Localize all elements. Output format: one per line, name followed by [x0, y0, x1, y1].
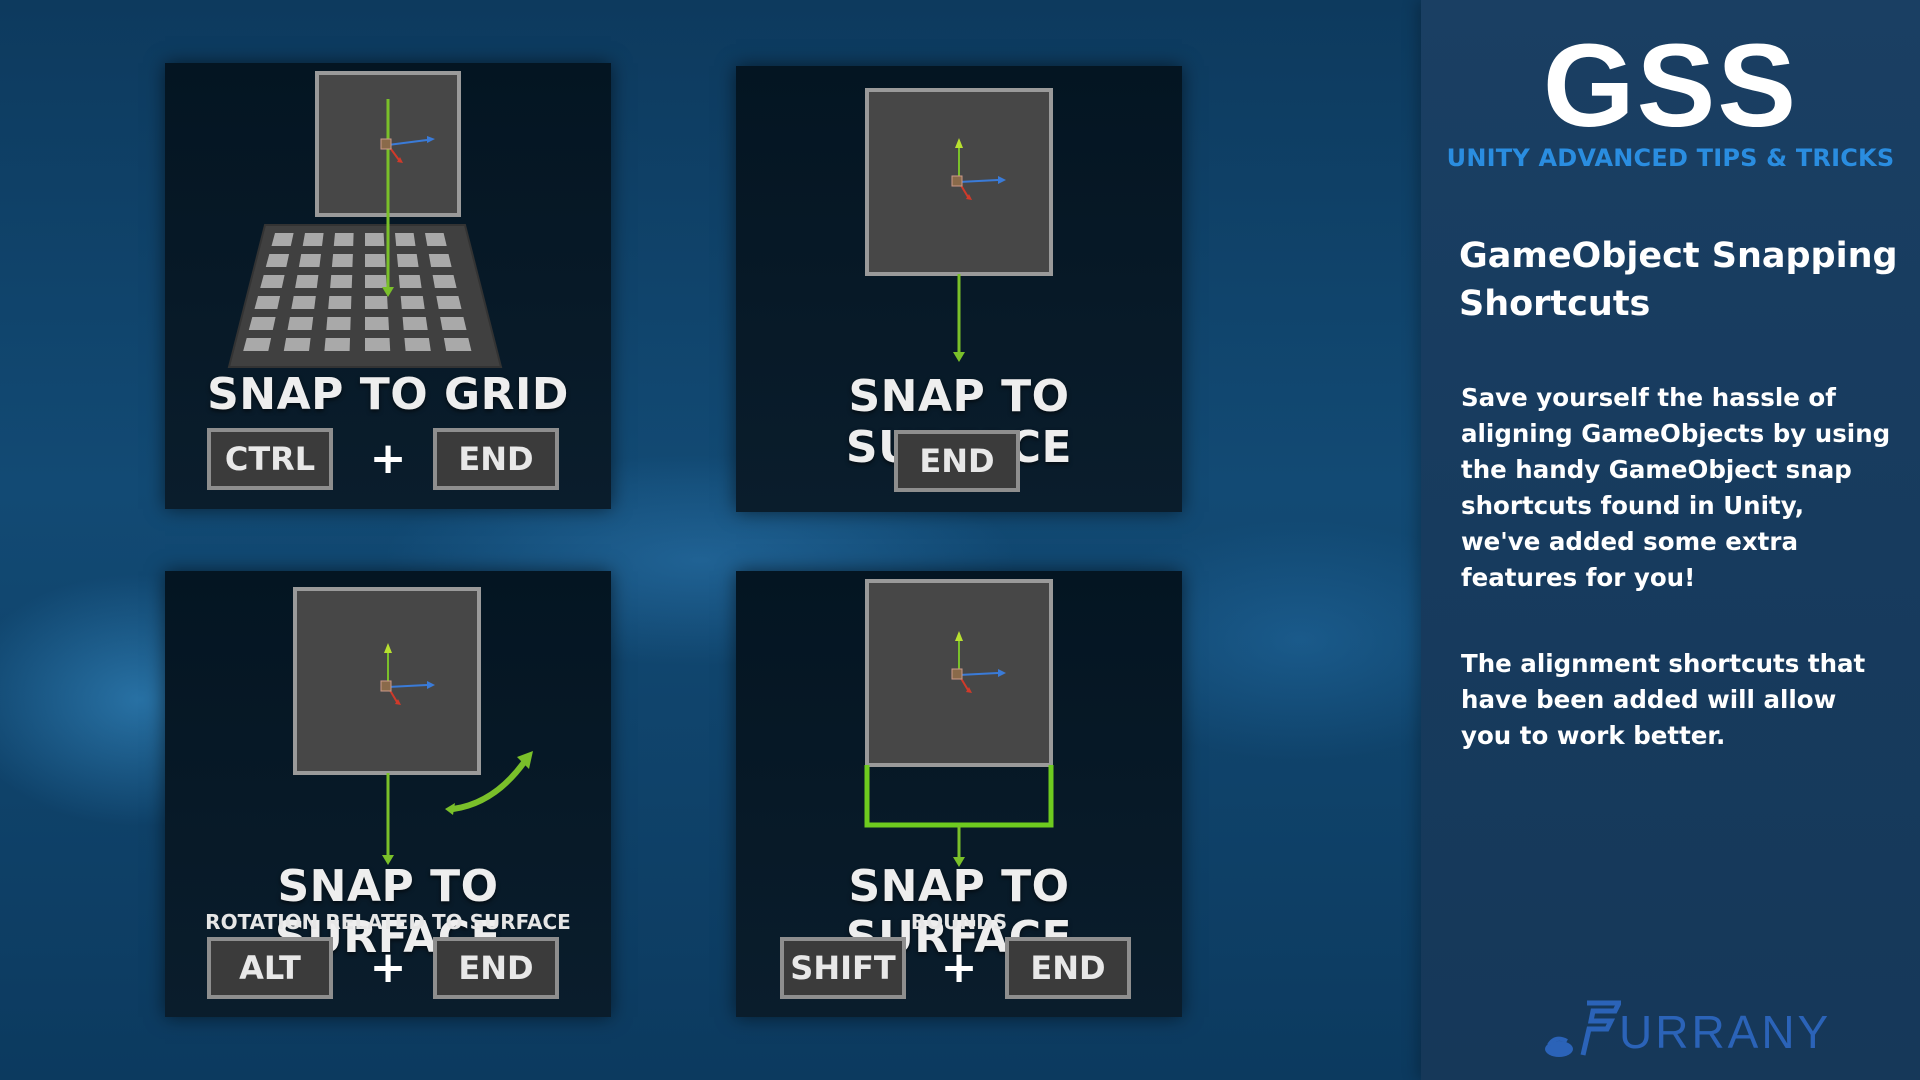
grid-cell — [365, 296, 388, 309]
card-snap-to-surface-bounds: SNAP TO SURFACE BOUNDS SHIFT + END — [736, 571, 1182, 1017]
description-paragraph-2: The alignment shortcuts that have been a… — [1461, 649, 1866, 750]
grid-cell — [243, 338, 272, 351]
grid-cell — [330, 275, 353, 288]
gss-logo: GSS — [1542, 20, 1799, 152]
grid-cell — [287, 317, 314, 330]
heading-line-1: GameObject Snapping — [1459, 236, 1898, 276]
grid-cell — [396, 254, 419, 267]
plus-sign: + — [940, 942, 978, 993]
grid-cell — [254, 296, 281, 309]
bounds-box-icon — [864, 765, 1054, 828]
grid-cell — [326, 317, 351, 330]
brand-wordmark: URRANY — [1619, 1006, 1832, 1058]
grid-cell — [324, 338, 350, 351]
info-sidebar: GSS UNITY ADVANCED TIPS & TRICKS GameObj… — [1421, 0, 1920, 1080]
grid-cell — [248, 317, 276, 330]
end-key: END — [894, 430, 1020, 492]
grid-cell — [440, 317, 467, 330]
brand-logo: URRANY — [1541, 995, 1841, 1065]
grid-cell — [265, 254, 290, 267]
grid-cell — [398, 275, 422, 288]
card-snap-to-surface: SNAP TO SURFACE END — [736, 66, 1182, 512]
ctrl-key: CTRL — [207, 428, 333, 490]
card-title: SNAP TO GRID — [207, 369, 569, 420]
grid-plane-icon — [227, 224, 503, 368]
grid-cell — [443, 338, 472, 351]
end-key: END — [433, 428, 559, 490]
brand-mark-icon — [1545, 1000, 1621, 1057]
grid-cell — [365, 275, 387, 288]
plus-sign: + — [369, 942, 407, 993]
grid-cell — [365, 317, 389, 330]
end-key: END — [1005, 937, 1131, 999]
grid-cell — [436, 296, 462, 309]
tagline: UNITY ADVANCED TIPS & TRICKS — [1446, 144, 1895, 172]
grid-cell — [395, 233, 416, 246]
grid-cell — [404, 338, 431, 351]
grid-cell — [271, 233, 294, 246]
grid-cell — [400, 296, 425, 309]
grid-cell — [365, 338, 391, 351]
grid-cell — [291, 296, 316, 309]
alt-key: ALT — [207, 937, 333, 999]
grid-cell — [302, 233, 324, 246]
grid-cell — [333, 233, 354, 246]
grid-cell — [328, 296, 352, 309]
grid-cell — [428, 254, 452, 267]
section-heading: GameObject Snapping Shortcuts — [1459, 232, 1899, 328]
plus-sign: + — [369, 433, 407, 484]
grid-cell — [260, 275, 285, 288]
card-subtitle: BOUNDS — [910, 910, 1008, 934]
grid-cell — [283, 338, 311, 351]
grid-cell — [425, 233, 447, 246]
heading-line-2: Shortcuts — [1459, 284, 1651, 324]
card-snap-to-surface-rotation: SNAP TO SURFACE ROTATION RELATED TO SURF… — [165, 571, 611, 1017]
description-paragraph-1: Save yourself the hassle of aligning Gam… — [1461, 383, 1891, 592]
grid-cell — [432, 275, 457, 288]
grid-cell — [365, 254, 386, 267]
card-snap-to-grid: SNAP TO GRID CTRL + END — [165, 63, 611, 509]
card-subtitle: ROTATION RELATED TO SURFACE — [205, 910, 571, 934]
grid-cell — [402, 317, 428, 330]
grid-cell — [298, 254, 321, 267]
grid-cell — [365, 233, 385, 246]
grid-cell — [295, 275, 319, 288]
grid-cell — [331, 254, 353, 267]
shift-key: SHIFT — [780, 937, 906, 999]
end-key: END — [433, 937, 559, 999]
